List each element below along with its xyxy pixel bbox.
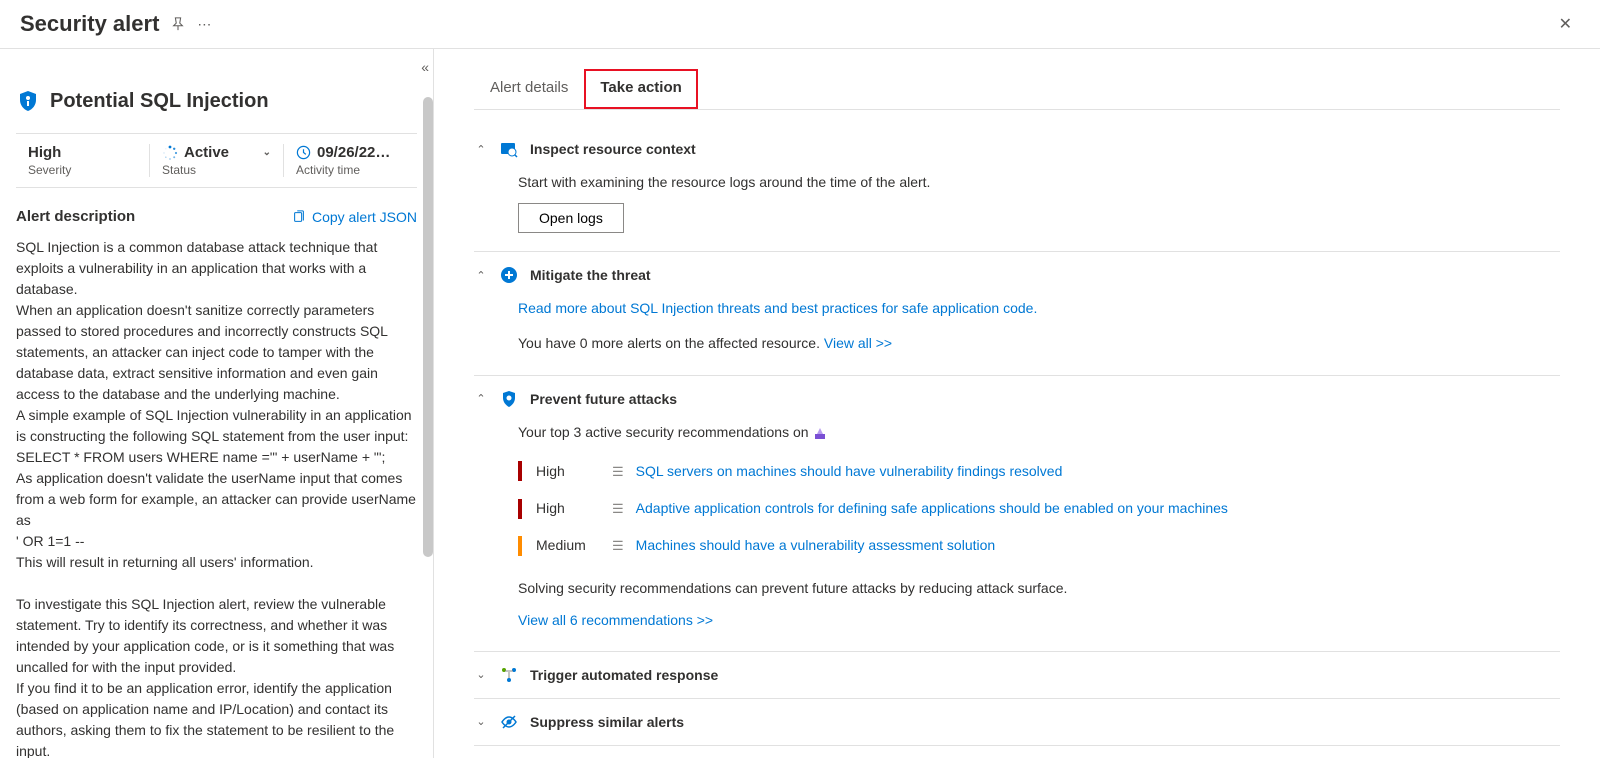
prevent-shield-icon [500,390,518,408]
prevent-top-text: Your top 3 active security recommendatio… [518,424,812,440]
tab-take-action[interactable]: Take action [584,69,697,109]
severity-bar [518,461,522,481]
header-actions: ⋯ [171,16,211,33]
severity-bar [518,536,522,556]
inspect-text: Start with examining the resource logs a… [518,170,1560,195]
copy-json-button[interactable]: Copy alert JSON [292,209,417,225]
recommendation-link[interactable]: SQL servers on machines should have vuln… [636,459,1063,484]
severity-label: High [536,459,598,484]
section-mitigate-title: Mitigate the threat [530,267,651,283]
tabs: Alert details Take action [474,69,1560,110]
more-alerts-text: You have 0 more alerts on the affected r… [518,335,824,351]
section-inspect-body: Start with examining the resource logs a… [474,162,1560,241]
mitigate-read-more-link[interactable]: Read more about SQL Injection threats an… [518,300,1037,316]
section-suppress-header[interactable]: ⌄ Suppress similar alerts [474,709,1560,735]
recommendation-link[interactable]: Machines should have a vulnerability ass… [636,533,996,558]
severity-label: High [536,496,598,521]
page-header: Security alert ⋯ ✕ [0,0,1600,49]
automation-icon [500,666,518,684]
section-trigger-header[interactable]: ⌄ Trigger automated response [474,662,1560,688]
main-layout: « Potential SQL Injection High Severity … [0,49,1600,758]
severity-bar [518,499,522,519]
section-trigger-title: Trigger automated response [530,667,718,683]
section-prevent: ⌃ Prevent future attacks Your top 3 acti… [474,376,1560,652]
left-panel: « Potential SQL Injection High Severity … [0,49,434,758]
more-icon[interactable]: ⋯ [197,16,211,33]
close-button[interactable]: ✕ [1551,10,1580,38]
chevron-down-icon[interactable]: ⌄ [263,147,271,158]
suppress-icon [500,713,518,731]
copy-json-label: Copy alert JSON [312,209,417,225]
mitigate-icon [500,266,518,284]
activity-label: Activity time [296,163,405,177]
description-header: Alert description Copy alert JSON [16,208,417,225]
severity-label: Medium [536,533,598,558]
status-cell[interactable]: Active ⌄ Status [150,144,284,177]
view-all-recs-link[interactable]: View all 6 recommendations >> [518,612,713,628]
section-inspect: ⌃ Inspect resource context Start with ex… [474,126,1560,252]
collapse-panel-icon[interactable]: « [421,59,429,75]
chevron-down-icon: ⌄ [474,715,488,728]
section-suppress-title: Suppress similar alerts [530,714,684,730]
inspect-icon [500,140,518,158]
section-prevent-header[interactable]: ⌃ Prevent future attacks [474,386,1560,412]
chevron-up-icon: ⌃ [474,392,488,405]
severity-label: Severity [28,163,137,177]
status-spinner-icon [162,145,178,161]
section-suppress: ⌄ Suppress similar alerts [474,699,1560,746]
section-email-header[interactable]: ⌄ Configure email notification settings [474,756,1560,758]
chevron-down-icon: ⌄ [474,668,488,681]
alert-meta: High Severity Active ⌄ Status [16,133,417,188]
checklist-icon: ☰ [612,497,622,520]
tab-alert-details[interactable]: Alert details [474,69,584,109]
recommendation-row: Medium ☰ Machines should have a vulnerab… [518,527,1560,564]
section-prevent-title: Prevent future attacks [530,391,677,407]
description-text: SQL Injection is a common database attac… [16,237,417,758]
checklist-icon: ☰ [612,460,622,483]
section-prevent-body: Your top 3 active security recommendatio… [474,412,1560,641]
severity-value: High [28,144,61,161]
section-mitigate-body: Read more about SQL Injection threats an… [474,288,1560,364]
recommendation-link[interactable]: Adaptive application controls for defini… [636,496,1228,521]
section-trigger: ⌄ Trigger automated response [474,652,1560,699]
chevron-up-icon: ⌃ [474,269,488,282]
section-inspect-header[interactable]: ⌃ Inspect resource context [474,136,1560,162]
chevron-up-icon: ⌃ [474,143,488,156]
section-mitigate: ⌃ Mitigate the threat Read more about SQ… [474,252,1560,375]
view-all-alerts-link[interactable]: View all >> [824,335,892,351]
open-logs-button[interactable]: Open logs [518,203,624,233]
page-title: Security alert [20,11,159,37]
copy-icon [292,210,306,224]
solving-text: Solving security recommendations can pre… [518,576,1560,601]
status-value: Active [184,144,229,161]
right-panel: Alert details Take action ⌃ Inspect reso… [434,49,1600,758]
clock-icon [296,145,311,160]
alert-title-row: Potential SQL Injection [16,89,417,113]
recommendations-list: High ☰ SQL servers on machines should ha… [518,453,1560,565]
section-email: ⌄ Configure email notification settings [474,746,1560,758]
section-inspect-title: Inspect resource context [530,141,696,157]
pin-icon[interactable] [171,17,185,31]
section-mitigate-header[interactable]: ⌃ Mitigate the threat [474,262,1560,288]
activity-cell: 09/26/22… Activity time [284,144,417,177]
recommendation-row: High ☰ Adaptive application controls for… [518,490,1560,527]
alert-name: Potential SQL Injection [50,90,269,113]
shield-icon [16,89,40,113]
recommendation-row: High ☰ SQL servers on machines should ha… [518,453,1560,490]
checklist-icon: ☰ [612,534,622,557]
description-title: Alert description [16,208,135,225]
activity-value: 09/26/22… [317,144,390,161]
resource-icon [812,424,828,440]
scrollbar[interactable] [423,97,433,758]
status-label: Status [162,163,271,177]
scrollbar-thumb[interactable] [423,97,433,557]
severity-cell: High Severity [16,144,150,177]
